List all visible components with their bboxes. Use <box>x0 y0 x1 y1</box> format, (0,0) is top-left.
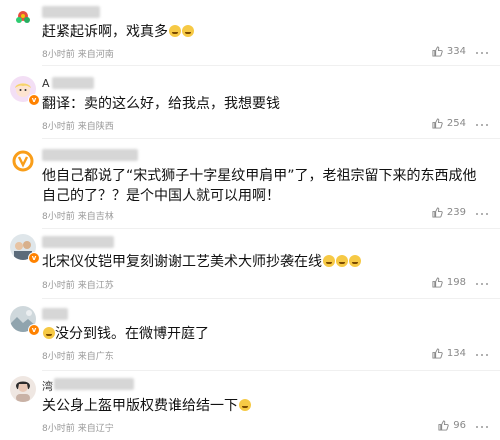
like-count: 254 <box>446 118 466 129</box>
comment-time: 8小时前 <box>42 122 75 132</box>
comment-item: v A 翻译：卖的这么好，给我点，我想要钱 8小时前 来自陕西 254 <box>0 66 500 139</box>
like-button[interactable]: 254 <box>432 118 466 129</box>
comment-text: 他自己都说了“宋式狮子十字星纹甲肩甲”了，老祖宗留下来的东西成他自己的了？？是个… <box>42 168 477 204</box>
comment-source: 来自河南 <box>77 50 114 60</box>
more-options-icon[interactable] <box>476 48 488 58</box>
emoji-icon <box>43 327 55 339</box>
verified-badge-icon: v <box>28 94 40 106</box>
divider <box>42 228 500 229</box>
emoji-icon <box>349 255 361 267</box>
username-blurred[interactable] <box>42 236 114 248</box>
like-count: 239 <box>446 207 466 218</box>
like-count: 96 <box>453 420 466 431</box>
flower-avatar-icon[interactable] <box>10 4 36 30</box>
username-prefix[interactable]: A <box>42 77 50 90</box>
username-blurred[interactable] <box>42 149 138 161</box>
more-options-icon[interactable] <box>476 279 488 289</box>
thumbs-up-icon <box>432 118 443 129</box>
thumbs-up-icon <box>438 420 449 431</box>
comment-text: 翻译：卖的这么好，给我点，我想要钱 <box>42 96 280 112</box>
emoji-icon <box>182 25 194 37</box>
comment-item: v 北宋仪仗铠甲复刻谢谢工艺美术大师抄袭在线 8小时前 来自江苏 198 <box>0 230 500 299</box>
username-blurred[interactable] <box>42 6 100 18</box>
comment-meta: 8小时前 来自辽宁 <box>42 421 114 434</box>
comment-meta: 8小时前 来自河南 <box>42 47 114 60</box>
comment-time: 8小时前 <box>42 212 75 222</box>
divider <box>42 138 500 139</box>
comment-meta: 8小时前 来自吉林 <box>42 209 114 222</box>
comment-item: 湾 关公身上盔甲版权费谁给结一下 8小时前 来自辽宁 96 <box>0 372 500 440</box>
username-blurred[interactable] <box>42 308 68 320</box>
username-blurred[interactable] <box>52 77 94 89</box>
comment-source: 来自广东 <box>77 352 114 362</box>
more-options-icon[interactable] <box>476 209 488 219</box>
comment-time: 8小时前 <box>42 352 75 362</box>
more-options-icon[interactable] <box>476 120 488 130</box>
comment-meta: 8小时前 来自广东 <box>42 349 114 362</box>
emoji-icon <box>239 399 251 411</box>
portrait-avatar-icon[interactable] <box>10 376 36 402</box>
comment-source: 来自江苏 <box>77 281 114 291</box>
emoji-icon <box>336 255 348 267</box>
divider <box>42 370 500 371</box>
like-button[interactable]: 198 <box>432 277 466 288</box>
like-count: 134 <box>446 348 466 359</box>
like-button[interactable]: 239 <box>432 207 466 218</box>
comment-source: 来自辽宁 <box>77 424 114 434</box>
comment-source: 来自吉林 <box>77 212 114 222</box>
comment-time: 8小时前 <box>42 424 75 434</box>
thumbs-up-icon <box>432 46 443 57</box>
more-options-icon[interactable] <box>476 350 488 360</box>
comment-item: 他自己都说了“宋式狮子十字星纹甲肩甲”了，老祖宗留下来的东西成他自己的了？？是个… <box>0 140 500 229</box>
verified-badge-icon: v <box>28 324 40 336</box>
emoji-icon <box>323 255 335 267</box>
username-prefix[interactable]: 湾 <box>42 378 53 394</box>
comment-text: 赶紧起诉啊，戏真多 <box>42 22 484 42</box>
comment-meta: 8小时前 来自陕西 <box>42 119 114 132</box>
thumbs-up-icon <box>432 207 443 218</box>
like-button[interactable]: 134 <box>432 348 466 359</box>
like-count: 198 <box>446 277 466 288</box>
comment-text: 关公身上盔甲版权费谁给结一下 <box>42 396 484 416</box>
comment-source: 来自陕西 <box>77 122 114 132</box>
comment-time: 8小时前 <box>42 281 75 291</box>
username-blurred[interactable] <box>54 378 134 390</box>
comment-time: 8小时前 <box>42 50 75 60</box>
divider <box>42 298 500 299</box>
comment-text: 北宋仪仗铠甲复刻谢谢工艺美术大师抄袭在线 <box>42 252 484 272</box>
more-options-icon[interactable] <box>476 422 488 432</box>
emoji-icon <box>169 25 181 37</box>
verified-badge-icon: v <box>28 252 40 264</box>
like-button[interactable]: 334 <box>432 46 466 57</box>
comment-text: 没分到钱。在微博开庭了 <box>42 324 484 344</box>
comment-item: v 没分到钱。在微博开庭了 8小时前 来自广东 134 <box>0 300 500 371</box>
comment-list: 赶紧起诉啊，戏真多 8小时前 来自河南 334 v A 翻译：卖的这么好，给我点，… <box>0 0 500 440</box>
thumbs-up-icon <box>432 277 443 288</box>
comment-meta: 8小时前 来自江苏 <box>42 278 114 291</box>
comment-item: 赶紧起诉啊，戏真多 8小时前 来自河南 334 <box>0 0 500 66</box>
overwatch-avatar-icon[interactable] <box>10 148 36 174</box>
like-button[interactable]: 96 <box>438 420 466 431</box>
thumbs-up-icon <box>432 348 443 359</box>
like-count: 334 <box>446 46 466 57</box>
